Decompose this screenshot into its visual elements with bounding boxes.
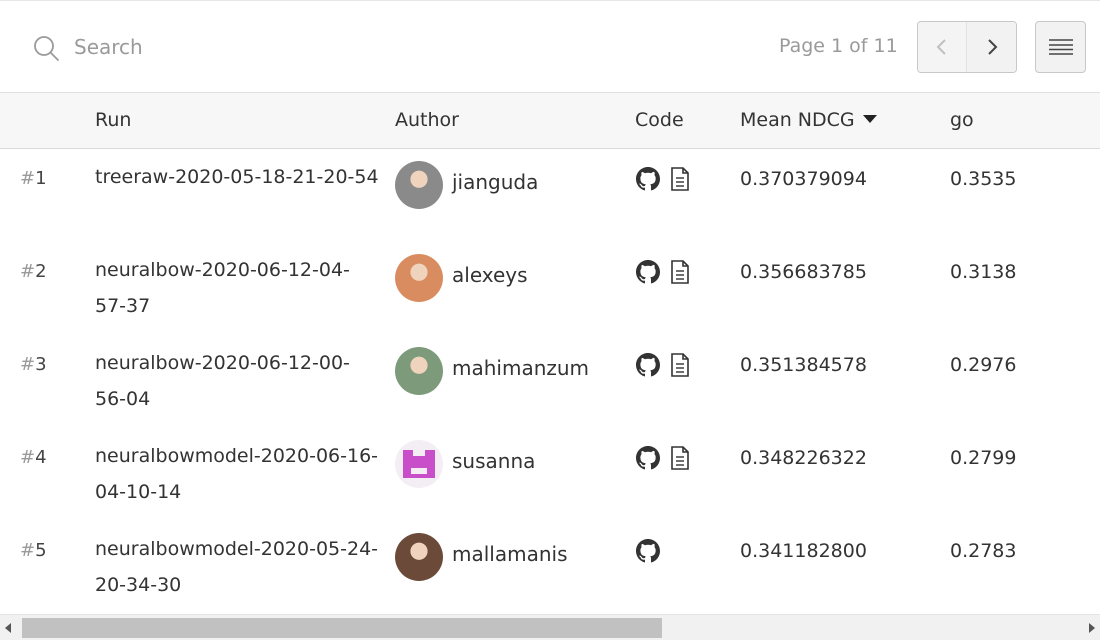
author-name[interactable]: mahimanzum: [452, 356, 589, 380]
go-value: 0.2783: [950, 540, 1017, 562]
scrollbar-thumb[interactable]: [22, 618, 662, 638]
search-input[interactable]: [74, 31, 474, 63]
document-icon[interactable]: [670, 446, 690, 474]
mean-ndcg-value: 0.348226322: [740, 447, 867, 469]
scroll-right-arrow-icon[interactable]: [1089, 623, 1095, 633]
mean-ndcg-value: 0.341182800: [740, 540, 867, 562]
run-name[interactable]: neuralbow-2020-06-12-00-56-04: [95, 345, 380, 417]
table-row[interactable]: #4 neuralbowmodel-2020-06-16-04-10-14 susa…: [0, 429, 1100, 522]
column-menu-button[interactable]: [1035, 21, 1086, 73]
prev-page-button[interactable]: [918, 22, 968, 72]
document-icon[interactable]: [670, 167, 690, 195]
table-header: Run Author Code Mean NDCG go: [0, 92, 1100, 149]
column-header-go[interactable]: go: [950, 109, 974, 131]
run-name[interactable]: neuralbow-2020-06-12-04-57-37: [95, 252, 380, 324]
rank-hash: #: [20, 261, 36, 282]
next-page-button[interactable]: [967, 22, 1016, 72]
rank: #4: [20, 447, 47, 468]
rank: #2: [20, 261, 47, 282]
github-icon[interactable]: [636, 539, 660, 567]
chevron-right-icon: [987, 39, 997, 55]
document-icon[interactable]: [670, 353, 690, 381]
rank-number: 4: [35, 447, 47, 468]
sort-desc-icon[interactable]: [862, 114, 877, 123]
go-value: 0.2976: [950, 354, 1017, 376]
mean-ndcg-value: 0.370379094: [740, 168, 867, 190]
column-header-mean-ndcg[interactable]: Mean NDCG: [740, 109, 877, 131]
run-name[interactable]: neuralbowmodel-2020-05-24-20-34-30: [95, 531, 380, 603]
search-icon: [34, 36, 59, 61]
pager: [917, 21, 1017, 73]
rank-hash: #: [20, 447, 36, 468]
horizontal-scrollbar[interactable]: [0, 614, 1100, 640]
chevron-left-icon: [936, 39, 946, 55]
page-indicator: Page 1 of 11: [779, 35, 898, 57]
author-name[interactable]: alexeys: [452, 263, 528, 287]
rank-number: 5: [35, 540, 47, 561]
author-name[interactable]: mallamanis: [452, 542, 568, 566]
column-header-code[interactable]: Code: [635, 109, 684, 131]
rank-hash: #: [20, 168, 36, 189]
rank-hash: #: [20, 354, 36, 375]
go-value: 0.3535: [950, 168, 1017, 190]
github-icon[interactable]: [636, 446, 660, 474]
table-row[interactable]: #2 neuralbow-2020-06-12-04-57-37 alexeys 0.…: [0, 243, 1100, 336]
avatar[interactable]: [395, 161, 443, 209]
author-name[interactable]: susanna: [452, 449, 535, 473]
table-row[interactable]: #1 treeraw-2020-05-18-21-20-54 jianguda 0.3…: [0, 150, 1100, 243]
rank-number: 1: [35, 168, 47, 189]
column-header-run[interactable]: Run: [95, 109, 131, 131]
code-links: [636, 260, 690, 288]
github-icon[interactable]: [636, 167, 660, 195]
identicon-icon: [403, 446, 435, 478]
avatar[interactable]: [395, 254, 443, 302]
go-value: 0.3138: [950, 261, 1017, 283]
column-header-author[interactable]: Author: [395, 109, 459, 131]
rank: #3: [20, 354, 47, 375]
document-icon[interactable]: [670, 260, 690, 288]
mean-ndcg-value: 0.356683785: [740, 261, 867, 283]
avatar[interactable]: [395, 440, 443, 488]
author-name[interactable]: jianguda: [452, 170, 538, 194]
go-value: 0.2799: [950, 447, 1017, 469]
rank: #5: [20, 540, 47, 561]
rank: #1: [20, 168, 47, 189]
table-row[interactable]: #3 neuralbow-2020-06-12-00-56-04 mahimanzu…: [0, 336, 1100, 429]
rank-number: 2: [35, 261, 47, 282]
github-icon[interactable]: [636, 353, 660, 381]
rank-number: 3: [35, 354, 47, 375]
github-icon[interactable]: [636, 260, 660, 288]
code-links: [636, 539, 660, 567]
code-links: [636, 167, 690, 195]
toolbar: Page 1 of 11: [0, 0, 1100, 92]
code-links: [636, 446, 690, 474]
scroll-left-arrow-icon[interactable]: [5, 623, 11, 633]
table-row[interactable]: #5 neuralbowmodel-2020-05-24-20-34-30 mall…: [0, 522, 1100, 615]
avatar[interactable]: [395, 347, 443, 395]
hamburger-menu-icon: [1048, 39, 1073, 55]
column-header-mean-ndcg-label: Mean NDCG: [740, 109, 855, 131]
mean-ndcg-value: 0.351384578: [740, 354, 867, 376]
run-name[interactable]: neuralbowmodel-2020-06-16-04-10-14: [95, 438, 380, 510]
rank-hash: #: [20, 540, 36, 561]
avatar[interactable]: [395, 533, 443, 581]
run-name[interactable]: treeraw-2020-05-18-21-20-54: [95, 159, 380, 195]
code-links: [636, 353, 690, 381]
